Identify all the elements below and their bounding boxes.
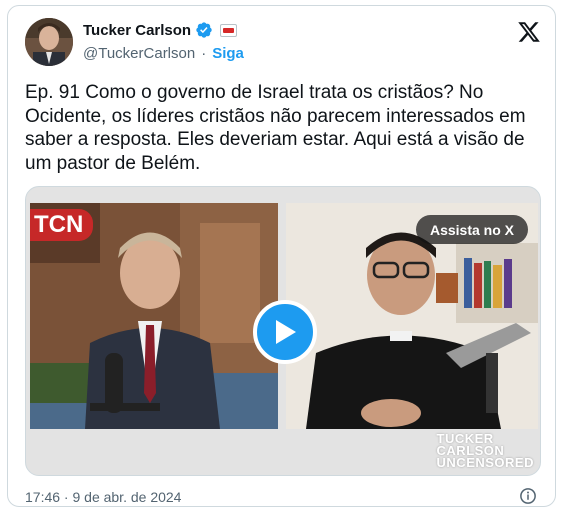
- user-handle[interactable]: @TuckerCarlson: [83, 45, 195, 62]
- verified-badge-icon: [196, 22, 212, 38]
- video-right-panel: Assista no X: [286, 203, 538, 429]
- tweet-card: Tucker Carlson @TuckerCarlson · Siga Ep.…: [7, 5, 556, 507]
- follow-button[interactable]: Siga: [212, 45, 244, 62]
- video-player[interactable]: TCN Assista no X TUCKER CARLSON UNCENSOR…: [25, 186, 541, 476]
- channel-logo: TCN: [30, 209, 94, 241]
- info-icon[interactable]: [519, 487, 537, 505]
- x-logo-icon[interactable]: [517, 20, 541, 44]
- name-row: Tucker Carlson: [83, 21, 238, 39]
- handle-row: @TuckerCarlson · Siga: [83, 45, 244, 62]
- video-left-panel: TCN: [30, 203, 278, 429]
- tweet-timestamp[interactable]: 17:46 · 9 de abr. de 2024: [25, 489, 181, 505]
- display-name[interactable]: Tucker Carlson: [83, 22, 191, 39]
- play-icon: [276, 320, 296, 344]
- watch-on-x-button[interactable]: Assista no X: [415, 215, 528, 244]
- separator: ·: [201, 45, 207, 62]
- tweet-text: Ep. 91 Como o governo de Israel trata os…: [25, 82, 526, 174]
- affiliate-flag-icon[interactable]: [220, 23, 238, 37]
- play-button[interactable]: [253, 300, 317, 364]
- avatar[interactable]: [25, 18, 73, 66]
- show-watermark: TUCKER CARLSON UNCENSORED: [436, 431, 534, 470]
